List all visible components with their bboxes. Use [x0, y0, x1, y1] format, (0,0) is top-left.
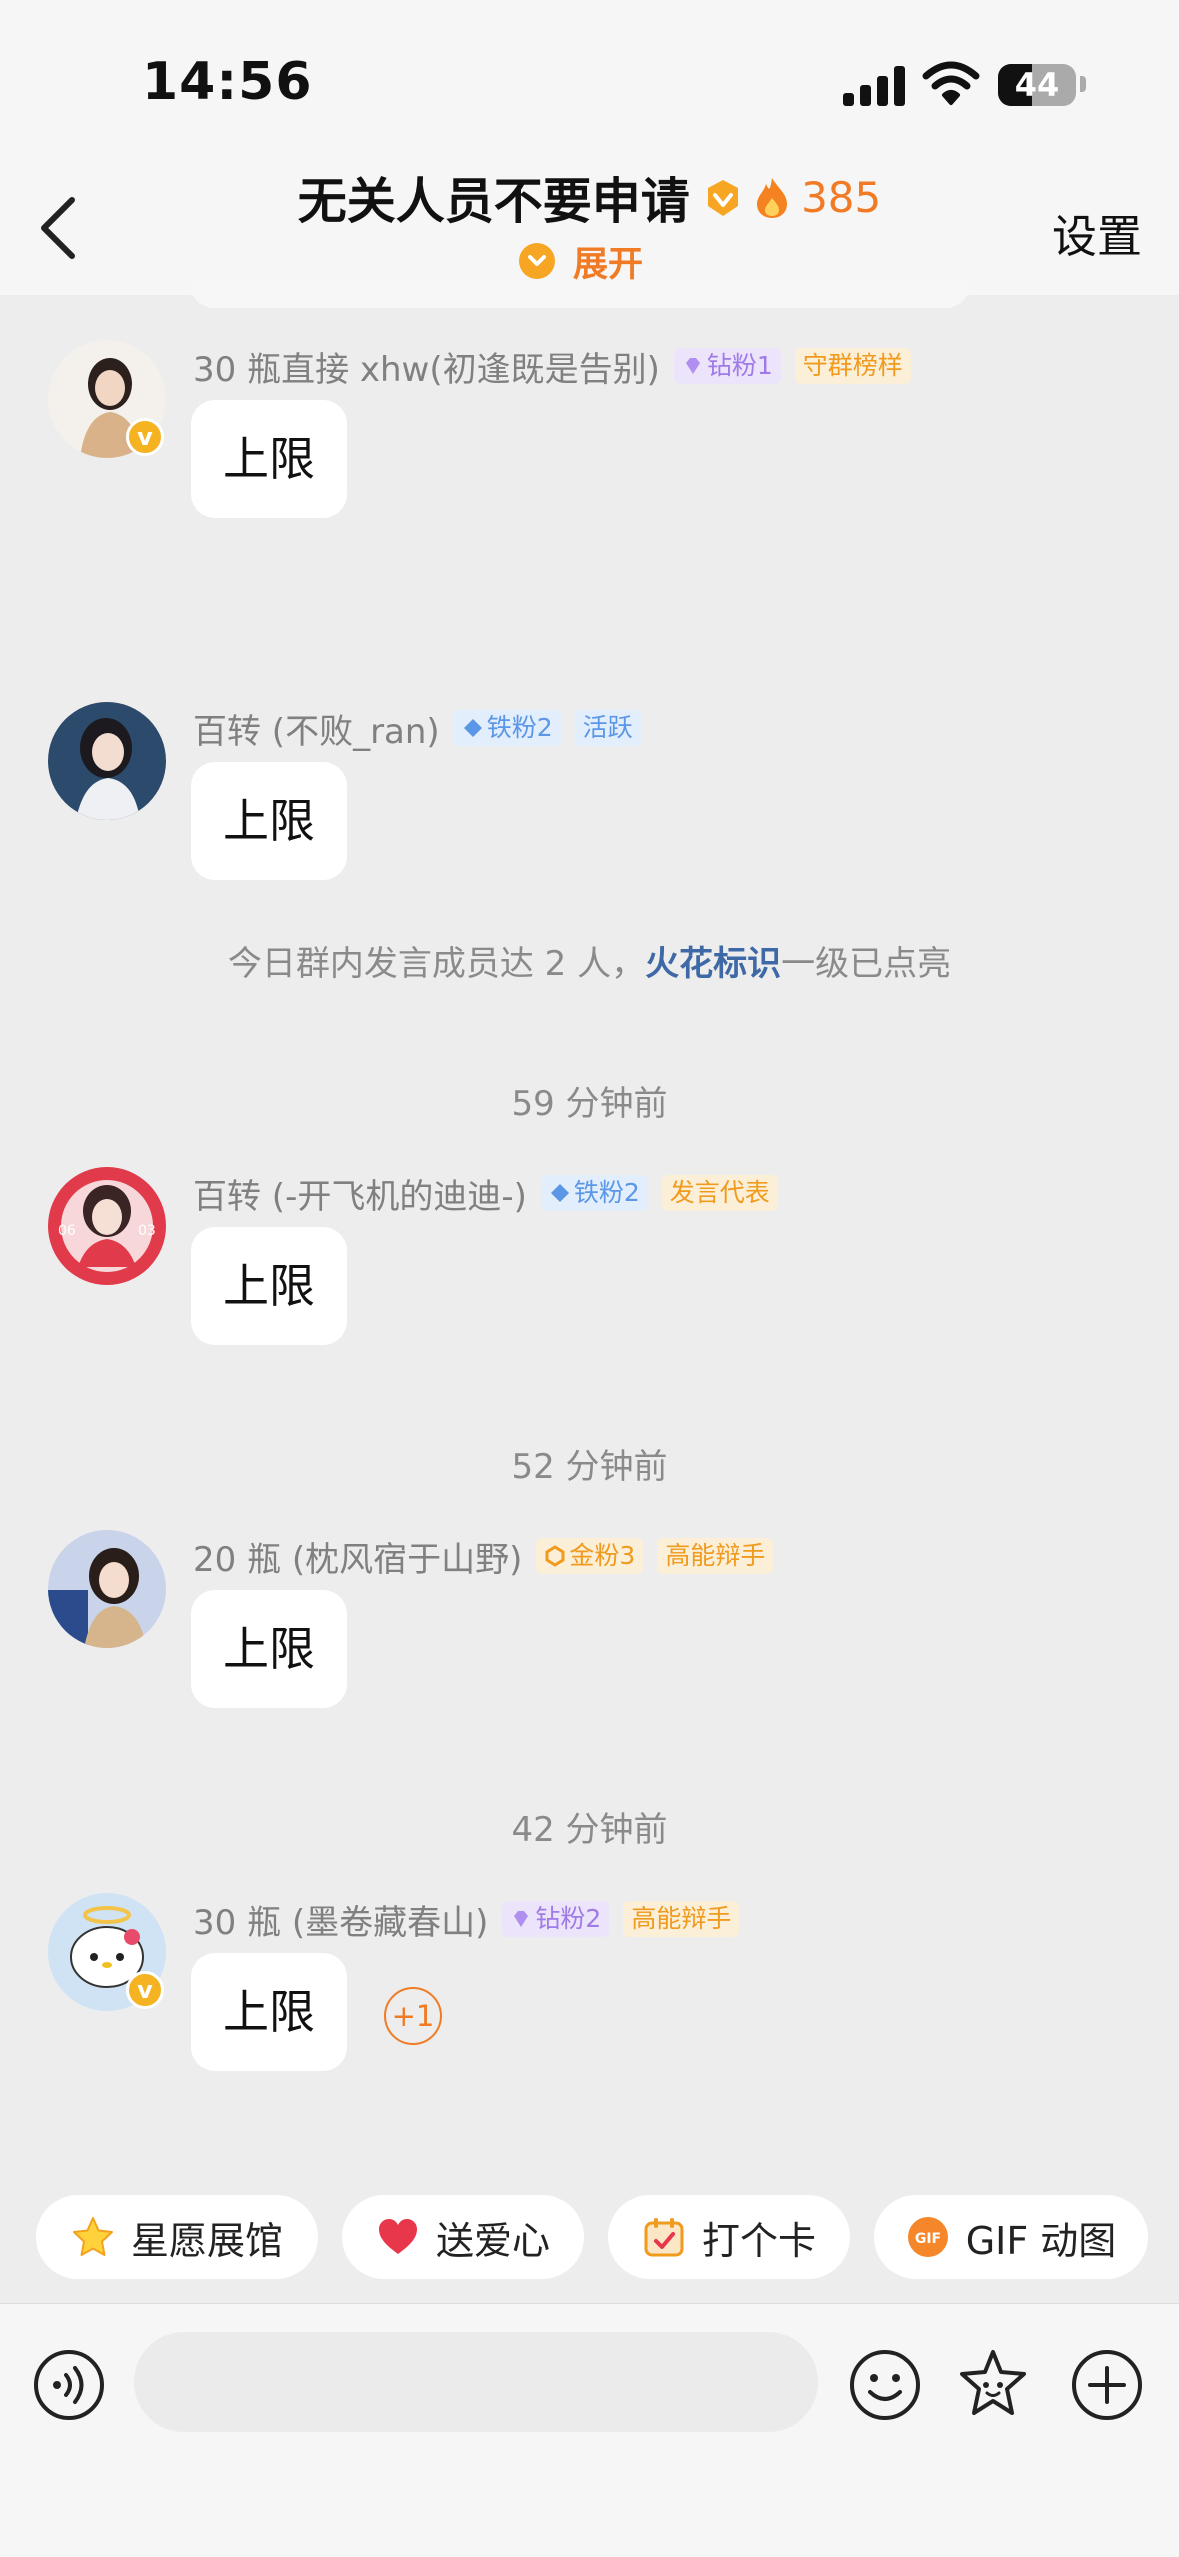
diamond-icon: [514, 1911, 529, 1927]
notice-prefix: 今日群内发言成员达 2 人，: [227, 944, 646, 984]
sender-name[interactable]: 百转 (-开飞机的迪迪-): [193, 1169, 527, 1218]
avatar[interactable]: [48, 702, 166, 820]
fan-level-badge: 钻粉2: [502, 1901, 610, 1937]
message-bubble[interactable]: 上限: [191, 762, 347, 880]
spark-badge-link[interactable]: 火花标识: [645, 944, 781, 984]
battery-icon: 44: [998, 64, 1076, 106]
avatar[interactable]: [48, 1530, 166, 1648]
heart-icon: [378, 2219, 417, 2254]
sender-line: 30 瓶 (墨卷藏春山) 钻粉2 高能辩手: [193, 1895, 740, 1944]
chevron-down-icon: [519, 243, 555, 279]
pill-label: 星愿展馆: [130, 2218, 283, 2263]
check-in-button[interactable]: 打个卡: [608, 2195, 850, 2279]
diamond-icon: [550, 1184, 569, 1202]
fan-level-badge: 金粉3: [536, 1538, 644, 1574]
input-bar: [0, 2303, 1179, 2557]
message-input[interactable]: [134, 2332, 818, 2432]
fan-level-text: 钻粉1: [706, 351, 773, 380]
fan-level-text: 铁粉2: [573, 1178, 640, 1207]
diamond-icon: [685, 358, 700, 374]
page-title[interactable]: 无关人员不要申请: [298, 162, 690, 233]
role-badge: 高能辩手: [657, 1538, 774, 1574]
role-badge: 活跃: [574, 710, 641, 746]
role-badge: 高能辩手: [623, 1901, 740, 1937]
heat-count: 385: [801, 173, 882, 222]
sender-name[interactable]: 30 瓶 (墨卷藏春山): [193, 1895, 488, 1944]
expand-label: 展开: [573, 244, 644, 285]
battery-level: 44: [1014, 66, 1060, 104]
sender-line: 30 瓶直接 xhw(初逢既是告别) 钻粉1 守群榜样: [193, 342, 911, 391]
signal-icon: [843, 66, 907, 106]
role-badge: 守群榜样: [794, 348, 911, 384]
svg-text:03: 03: [138, 1223, 156, 1239]
fan-level-text: 铁粉2: [486, 713, 553, 742]
notice-suffix: 一级已点亮: [781, 944, 952, 984]
avatar[interactable]: 06 03: [48, 1167, 166, 1285]
plus-one-reaction-button[interactable]: +1: [384, 1987, 442, 2045]
sender-name[interactable]: 20 瓶 (枕风宿于山野): [193, 1532, 522, 1581]
sender-line: 20 瓶 (枕风宿于山野) 金粉3 高能辩手: [193, 1532, 774, 1581]
settings-button[interactable]: 设置: [1052, 200, 1142, 265]
fan-level-badge: 钻粉1: [673, 348, 781, 384]
svg-text:06: 06: [58, 1223, 76, 1239]
message-bubble[interactable]: 上限: [191, 1227, 347, 1345]
fan-level-badge: 铁粉2: [453, 710, 561, 746]
system-notice: 今日群内发言成员达 2 人，火花标识一级已点亮: [0, 936, 1179, 985]
pill-label: 打个卡: [701, 2218, 816, 2263]
pinned-card-edge: [190, 282, 970, 308]
diamond-icon: [463, 719, 482, 737]
message-bubble[interactable]: 上限: [191, 1590, 347, 1708]
star-icon: [72, 2217, 113, 2256]
gif-icon: GIF: [907, 2217, 948, 2257]
sender-name[interactable]: 30 瓶直接 xhw(初逢既是告别): [193, 342, 660, 391]
fan-level-badge: 铁粉2: [540, 1175, 648, 1211]
pill-label: GIF 动图: [965, 2218, 1117, 2263]
emoji-icon[interactable]: [848, 2348, 922, 2422]
timestamp: 52 分钟前: [511, 1447, 668, 1487]
svg-text:GIF: GIF: [915, 2231, 941, 2247]
battery-cap: [1080, 76, 1086, 92]
expand-button[interactable]: 展开: [519, 238, 644, 285]
timestamp: 59 分钟前: [511, 1084, 668, 1124]
sender-line: 百转 (不败_ran) 铁粉2 活跃: [193, 704, 641, 753]
role-badge: 发言代表: [661, 1175, 778, 1211]
pill-label: 送爱心: [435, 2218, 550, 2263]
sender-name[interactable]: 百转 (不败_ran): [193, 704, 440, 753]
fan-level-text: 金粉3: [569, 1541, 636, 1570]
message-bubble[interactable]: 上限: [191, 1953, 347, 2071]
wifi-icon: [922, 61, 980, 105]
title-row: 无关人员不要申请 385: [0, 162, 1179, 233]
gif-button[interactable]: GIF GIF 动图: [874, 2195, 1148, 2279]
gold-badge-icon: [545, 1545, 565, 1567]
star-wish-gallery-button[interactable]: 星愿展馆: [36, 2195, 318, 2279]
sender-line: 百转 (-开飞机的迪迪-) 铁粉2 发言代表: [193, 1169, 778, 1218]
status-time: 14:56: [142, 52, 313, 112]
fan-level-text: 钻粉2: [535, 1904, 602, 1933]
verified-badge-icon: [707, 179, 738, 216]
voice-icon[interactable]: [32, 2348, 106, 2422]
verified-v-icon: v: [126, 418, 164, 456]
flame-icon: [756, 177, 787, 218]
sticker-icon[interactable]: [956, 2348, 1030, 2422]
verified-v-icon: v: [126, 1971, 164, 2009]
top-bar: 14:56 44 无关人员不要申请 385 展开 设置: [0, 0, 1179, 295]
timestamp: 42 分钟前: [511, 1810, 668, 1850]
send-love-button[interactable]: 送爱心: [342, 2195, 584, 2279]
calendar-icon: [644, 2218, 684, 2257]
plus-icon[interactable]: [1070, 2348, 1144, 2422]
message-bubble[interactable]: 上限: [191, 400, 347, 518]
